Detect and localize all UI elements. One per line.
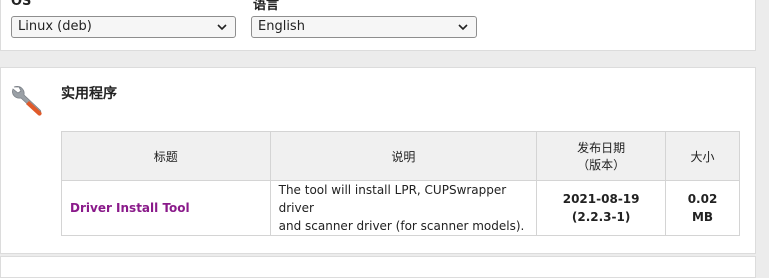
size-cell: 0.02 MB (665, 180, 740, 236)
column-header-description: 说明 (269, 131, 538, 181)
release-date-cell: 2021-08-19 (2.2.3-1) (536, 180, 667, 236)
driver-install-tool-link[interactable]: Driver Install Tool (70, 201, 190, 215)
os-label: OS (11, 0, 32, 9)
os-select-value: Linux (deb) (18, 19, 92, 34)
description-line2: and scanner driver (for scanner models). (278, 219, 525, 233)
column-header-title: 标题 (61, 131, 271, 181)
language-select[interactable]: English (251, 16, 477, 38)
release-date-header-line1: 发布日期 (577, 141, 626, 155)
next-panel (0, 256, 756, 278)
language-label: 语言 (253, 0, 280, 13)
title-cell: Driver Install Tool (61, 180, 271, 236)
size-unit: MB (691, 210, 714, 224)
column-header-release-date: 发布日期 （版本） (536, 131, 667, 181)
table-row: Driver Install Tool The tool will instal… (61, 180, 740, 236)
language-select-value: English (258, 19, 305, 34)
section-title: 实用程序 (61, 86, 117, 102)
chevron-down-icon (217, 24, 227, 31)
release-date: 2021-08-19 (562, 192, 640, 206)
os-select[interactable]: Linux (deb) (11, 16, 236, 38)
table-header-row: 标题 说明 发布日期 （版本） 大小 (61, 131, 740, 181)
version: (2.2.3-1) (571, 210, 631, 224)
release-date-header-line2: （版本） (577, 158, 626, 172)
description-cell: The tool will install LPR, CUPSwrapper d… (269, 180, 538, 236)
description-line1: The tool will install LPR, CUPSwrapper d… (278, 183, 507, 215)
size-value: 0.02 (687, 192, 718, 206)
chevron-down-icon (458, 24, 468, 31)
utilities-table: 标题 说明 发布日期 （版本） 大小 Driver Install Tool T… (61, 131, 740, 236)
wrench-icon (12, 86, 42, 116)
column-header-size: 大小 (665, 131, 740, 181)
